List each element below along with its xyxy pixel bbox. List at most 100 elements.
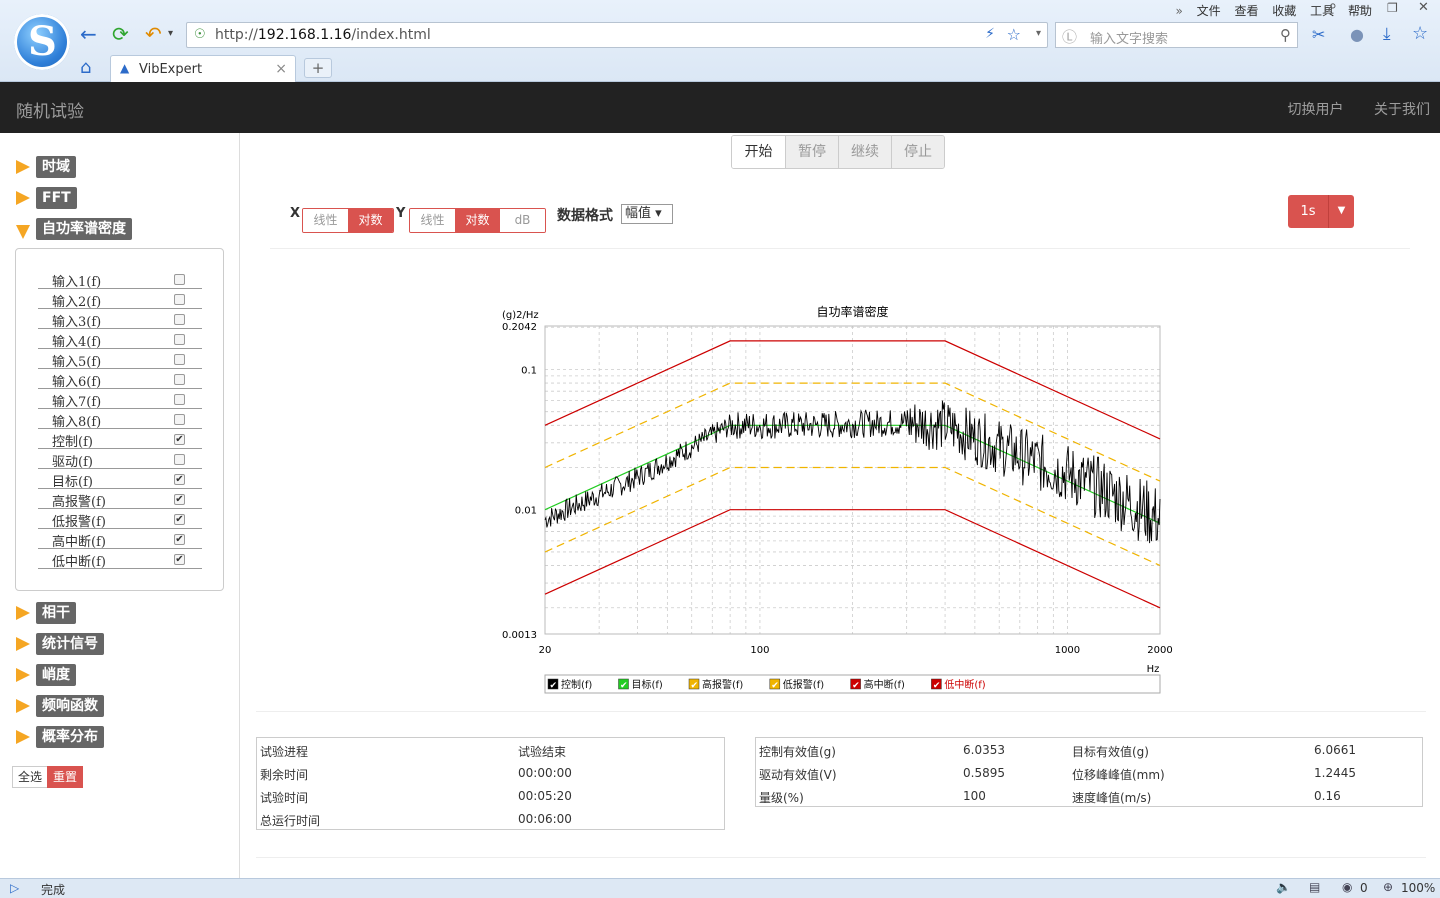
select-all-button[interactable]: 全选: [12, 766, 48, 788]
channel-row[interactable]: 输入3(f): [38, 309, 202, 330]
section-label: 时域: [36, 156, 76, 178]
reset-button[interactable]: 重置: [47, 766, 83, 788]
minimize-icon[interactable]: –: [1358, 0, 1365, 15]
channel-checkbox[interactable]: [174, 314, 185, 325]
start-button[interactable]: 开始: [732, 136, 785, 168]
menu-favorites[interactable]: 收藏: [1272, 4, 1296, 18]
star-icon[interactable]: ☆: [1007, 25, 1021, 44]
expand-arrow-icon: [16, 606, 30, 620]
back-icon[interactable]: ←: [80, 22, 97, 46]
interval-value[interactable]: 1s: [1288, 195, 1328, 228]
refresh-icon[interactable]: ⟳: [112, 22, 129, 46]
menu-view[interactable]: 查看: [1234, 4, 1258, 18]
section-label: 频响函数: [36, 695, 104, 717]
browser-logo-icon: S: [14, 14, 70, 70]
search-engine-icon[interactable]: Ⓛ: [1062, 26, 1077, 47]
channel-row[interactable]: 控制(f) ✔: [38, 429, 202, 450]
channel-row[interactable]: 高报警(f) ✔: [38, 489, 202, 510]
channel-row[interactable]: 低中断(f) ✔: [38, 549, 202, 570]
favorites-icon[interactable]: ☆: [1412, 23, 1428, 44]
channel-row[interactable]: 低报警(f) ✔: [38, 509, 202, 530]
channel-checkbox[interactable]: ✔: [174, 494, 185, 505]
channel-row[interactable]: 高中断(f) ✔: [38, 529, 202, 550]
search-icon[interactable]: ⚲: [1280, 26, 1291, 44]
search-placeholder: 输入文字搜索: [1090, 32, 1169, 47]
resume-button[interactable]: 继续: [838, 136, 891, 168]
divider: [256, 857, 1426, 858]
channel-row[interactable]: 驱动(f): [38, 449, 202, 470]
y-linear-button[interactable]: 线性: [410, 209, 455, 232]
url-dropdown-icon[interactable]: ▾: [1036, 28, 1041, 39]
adblock-icon[interactable]: ◉: [1342, 880, 1352, 894]
channel-row[interactable]: 目标(f) ✔: [38, 469, 202, 490]
y-db-button[interactable]: dB: [500, 209, 545, 232]
channel-checkbox[interactable]: [174, 274, 185, 285]
x-tick-label: 20: [539, 645, 552, 656]
lightning-icon[interactable]: ⚡: [985, 26, 995, 42]
channel-row[interactable]: 输入4(f): [38, 329, 202, 350]
channel-checkbox[interactable]: [174, 354, 185, 365]
caret-down-icon[interactable]: ▼: [1328, 195, 1354, 228]
volume-icon[interactable]: 🔈: [1276, 880, 1291, 894]
channel-checkbox[interactable]: ✔: [174, 474, 185, 485]
channel-checkbox[interactable]: ✔: [174, 434, 185, 445]
divider: [270, 248, 1410, 249]
search-box[interactable]: Ⓛ 输入文字搜索 ⚲: [1055, 22, 1298, 48]
menu-file[interactable]: 文件: [1197, 4, 1221, 18]
channel-checkbox[interactable]: [174, 294, 185, 305]
undo-icon[interactable]: ↶: [145, 22, 162, 46]
section-label: 自功率谱密度: [36, 218, 132, 240]
zoom-icon[interactable]: ⊕: [1383, 880, 1393, 894]
undo-dropdown-icon[interactable]: ▾: [168, 22, 173, 46]
switch-user-link[interactable]: 切换用户: [1288, 102, 1344, 118]
channel-label: 输入2(f): [52, 295, 102, 310]
toolbox-icon[interactable]: ▤: [1309, 880, 1320, 894]
x-linear-button[interactable]: 线性: [303, 209, 348, 232]
skin-icon[interactable]: ☍: [1324, 1, 1336, 15]
address-bar[interactable]: ☉ http://192.168.1.16/index.html ⚡ ☆ ▾: [186, 22, 1048, 48]
home-icon[interactable]: ⌂: [80, 56, 91, 80]
close-window-icon[interactable]: ✕: [1418, 0, 1429, 15]
tab-close-icon[interactable]: ×: [275, 61, 287, 77]
channel-checkbox[interactable]: ✔: [174, 514, 185, 525]
channel-row[interactable]: 输入6(f): [38, 369, 202, 390]
stop-button[interactable]: 停止: [891, 136, 944, 168]
section-label: 概率分布: [36, 726, 104, 748]
browser-tab[interactable]: ▲ VibExpert ×: [110, 55, 296, 82]
channel-checkbox[interactable]: [174, 414, 185, 425]
channel-row[interactable]: 输入2(f): [38, 289, 202, 310]
download-icon[interactable]: ⤓: [1383, 24, 1391, 44]
channel-checkbox[interactable]: ✔: [174, 534, 185, 545]
legend-target: 目标(f): [632, 679, 663, 691]
channel-row[interactable]: 输入1(f): [38, 269, 202, 290]
data-format-select[interactable]: 幅值 ▾: [621, 204, 673, 224]
section-label: 相干: [36, 602, 76, 624]
sidebar-toggle-icon[interactable]: ▷: [10, 881, 19, 895]
about-link[interactable]: 关于我们: [1374, 102, 1430, 118]
channel-checkbox[interactable]: [174, 374, 185, 385]
scissors-icon[interactable]: ✂: [1312, 25, 1325, 44]
extension-icon[interactable]: ●: [1350, 25, 1364, 44]
channel-checkbox[interactable]: [174, 454, 185, 465]
y-log-button[interactable]: 对数: [455, 209, 500, 232]
legend-control: 控制(f): [561, 678, 592, 691]
interval-button[interactable]: 1s ▼: [1288, 195, 1354, 228]
new-tab-button[interactable]: +: [304, 58, 332, 78]
run-control-group: 开始 暂停 继续 停止: [731, 135, 945, 169]
divider: [256, 711, 1426, 712]
zoom-level[interactable]: 100%: [1401, 881, 1435, 895]
channel-checkbox[interactable]: [174, 394, 185, 405]
app-title[interactable]: 随机试验: [16, 97, 84, 122]
y-tick-label: 0.0013: [502, 630, 537, 641]
x-log-button[interactable]: 对数: [348, 209, 393, 232]
channel-row[interactable]: 输入7(f): [38, 389, 202, 410]
url-text: http://192.168.1.16/index.html: [215, 27, 431, 43]
channel-checkbox[interactable]: ✔: [174, 554, 185, 565]
restore-icon[interactable]: ❐: [1387, 1, 1398, 15]
channel-row[interactable]: 输入5(f): [38, 349, 202, 370]
status-value: 试验结束: [518, 745, 567, 759]
channel-row[interactable]: 输入8(f): [38, 409, 202, 430]
channel-checkbox[interactable]: [174, 334, 185, 345]
pause-button[interactable]: 暂停: [785, 136, 838, 168]
measure-value: 0.5895: [963, 766, 1005, 780]
